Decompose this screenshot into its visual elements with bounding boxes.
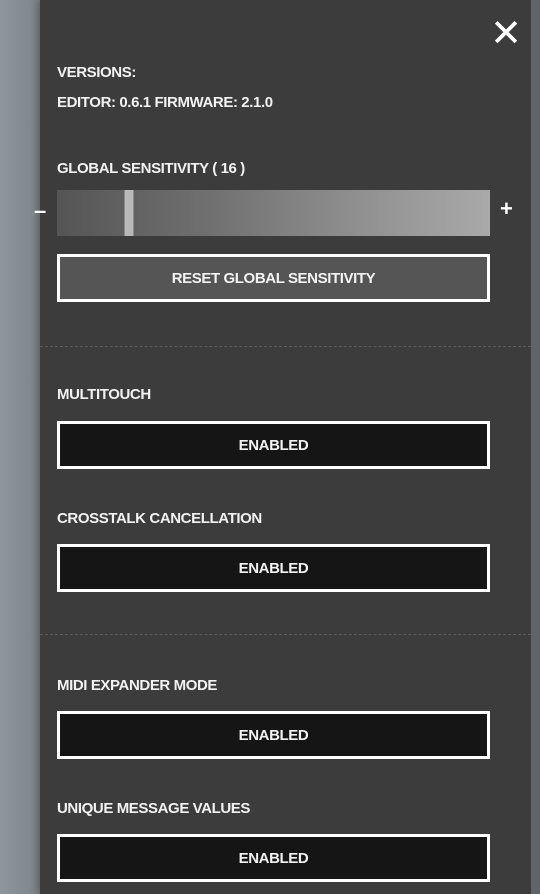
crosstalk-cancellation-toggle[interactable]: ENABLED [57,544,490,592]
multitouch-value: ENABLED [238,436,309,454]
slider-track[interactable] [57,190,490,236]
multitouch-toggle[interactable]: ENABLED [57,421,490,469]
panel-edge [531,0,540,894]
slider-thumb[interactable] [124,190,134,236]
decrease-sensitivity-button[interactable]: – [34,198,46,224]
reset-button-label: RESET GLOBAL SENSITIVITY [171,269,376,287]
crosstalk-cancellation-label: CROSSTALK CANCELLATION [57,510,262,527]
close-icon[interactable]: ✕ [488,15,524,53]
global-sensitivity-label: GLOBAL SENSITIVITY ( 16 ) [57,160,245,177]
background-strip [0,0,40,894]
increase-sensitivity-button[interactable]: + [500,196,513,222]
reset-global-sensitivity-button[interactable]: RESET GLOBAL SENSITIVITY [57,254,490,302]
versions-line: EDITOR: 0.6.1 FIRMWARE: 2.1.0 [57,94,273,111]
section-divider [40,346,531,347]
multitouch-label: MULTITOUCH [57,386,151,403]
unique-message-values-label: UNIQUE MESSAGE VALUES [57,800,251,817]
crosstalk-cancellation-value: ENABLED [238,559,309,577]
unique-message-values-value: ENABLED [238,849,309,867]
global-sensitivity-slider[interactable] [57,190,490,236]
versions-heading: VERSIONS: [57,64,136,81]
midi-expander-mode-value: ENABLED [238,726,309,744]
midi-expander-mode-label: MIDI EXPANDER MODE [57,677,218,694]
section-divider [40,634,531,635]
midi-expander-mode-toggle[interactable]: ENABLED [57,711,490,759]
unique-message-values-toggle[interactable]: ENABLED [57,834,490,882]
